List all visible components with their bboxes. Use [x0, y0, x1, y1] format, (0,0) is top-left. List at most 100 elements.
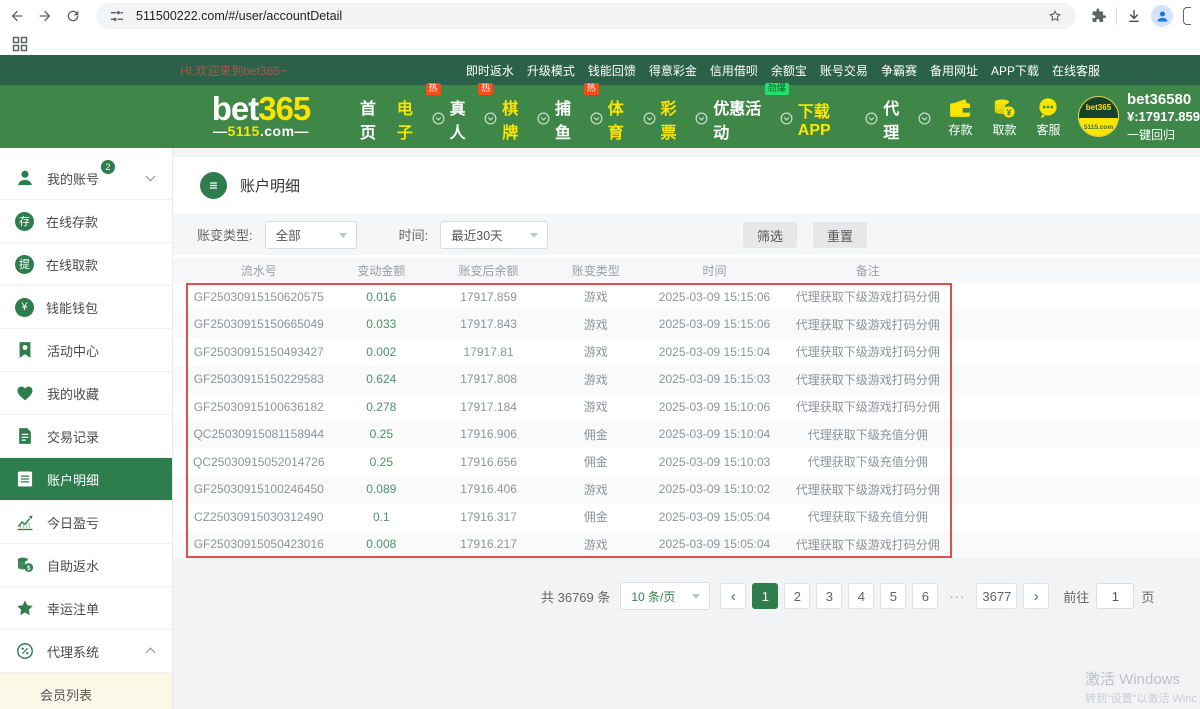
- nav-item[interactable]: 棋牌: [502, 91, 550, 143]
- sidebar-item[interactable]: 账户明细: [0, 458, 172, 501]
- column-header: 账变类型: [546, 262, 646, 279]
- goto-page-input[interactable]: [1096, 583, 1134, 609]
- table-cell: 2025-03-09 15:15:06: [646, 290, 784, 304]
- topbar-link[interactable]: 信用借呗: [710, 62, 758, 79]
- topbar-links: 即时返水升级模式钱能回馈得意彩金信用借呗余额宝账号交易争霸赛备用网址 APP下载在…: [466, 62, 1200, 79]
- apps-grid-icon[interactable]: [9, 33, 31, 55]
- side-panel-icon[interactable]: [1183, 7, 1191, 25]
- sidebar-item[interactable]: 交易记录: [0, 415, 172, 458]
- forward-icon[interactable]: [34, 5, 56, 27]
- topbar-link[interactable]: 钱能回馈: [588, 62, 636, 79]
- nav-item[interactable]: 捕鱼热: [555, 91, 603, 143]
- sidebar-item[interactable]: 提在线取款: [0, 243, 172, 286]
- downloads-icon[interactable]: [1123, 5, 1145, 27]
- prev-page-button[interactable]: ‹: [720, 583, 746, 609]
- url-text: 511500222.com/#/user/accountDetail: [136, 9, 342, 23]
- sidebar-item-label: 幸运注单: [47, 599, 99, 618]
- nav-item-label: 下载APP: [798, 98, 862, 140]
- topbar-link[interactable]: 即时返水: [466, 62, 514, 79]
- quick-action[interactable]: 存款: [943, 96, 978, 138]
- time-select[interactable]: 最近30天: [440, 221, 548, 249]
- table-cell: 佣金: [546, 426, 646, 443]
- back-icon[interactable]: [6, 5, 28, 27]
- topbar-link[interactable]: 得意彩金: [649, 62, 697, 79]
- reload-icon[interactable]: [62, 5, 84, 27]
- page-button[interactable]: 5: [880, 583, 906, 609]
- nav-item[interactable]: 彩票: [661, 91, 709, 143]
- sidebar-item[interactable]: 存在线存款: [0, 200, 172, 243]
- amount-cell: 0.008: [332, 537, 432, 551]
- sidebar-item[interactable]: 会员列表: [0, 673, 172, 709]
- address-bar[interactable]: 511500222.com/#/user/accountDetail: [96, 3, 1076, 29]
- table-cell: 游戏: [546, 398, 646, 415]
- page-button[interactable]: 4: [848, 583, 874, 609]
- site-settings-icon[interactable]: [106, 5, 128, 27]
- table-cell: 2025-03-09 15:15:06: [646, 317, 784, 331]
- table-row: GF250309151002464500.08917916.406游戏2025-…: [173, 476, 1200, 504]
- topbar-link[interactable]: 余额宝: [771, 62, 807, 79]
- table-cell: GF25030915100246450: [186, 482, 332, 496]
- nav-item[interactable]: 体育: [608, 91, 656, 143]
- nav-item[interactable]: 下载APP: [798, 94, 878, 140]
- table-cell: 佣金: [546, 453, 646, 470]
- circle-chevron-icon: [590, 112, 603, 125]
- sidebar-item[interactable]: 我的账号2: [0, 157, 172, 200]
- topbar-link[interactable]: 备用网址: [930, 62, 978, 79]
- amount-cell: 0.25: [332, 455, 432, 469]
- circle-chevron-icon: [484, 112, 497, 125]
- page-button[interactable]: 1: [752, 583, 778, 609]
- page-button[interactable]: 6: [912, 583, 938, 609]
- headset-icon: [1035, 96, 1061, 121]
- goto-page: 前往 页: [1063, 583, 1154, 609]
- topbar-link[interactable]: 在线客服: [1052, 62, 1100, 79]
- type-select[interactable]: 全部: [265, 221, 357, 249]
- extensions-icon[interactable]: [1088, 5, 1110, 27]
- table-cell: 2025-03-09 15:15:04: [646, 345, 784, 359]
- filter-button[interactable]: 筛选: [743, 222, 797, 248]
- nav-item[interactable]: 优惠活动劲爆: [713, 91, 793, 143]
- per-page-select[interactable]: 10 条/页: [620, 582, 710, 610]
- sidebar-item[interactable]: ¥钱能钱包: [0, 286, 172, 329]
- table-cell: 17917.184: [431, 400, 546, 414]
- site-topbar: HI,欢迎来到bet365~ 即时返水升级模式钱能回馈得意彩金信用借呗余额宝账号…: [0, 55, 1200, 85]
- site-logo[interactable]: bet365 —5115.com—: [190, 94, 332, 139]
- nav-item[interactable]: 首页: [360, 91, 392, 143]
- amount-cell: 0.25: [332, 427, 432, 441]
- topbar-link[interactable]: 账号交易: [820, 62, 868, 79]
- topbar-link[interactable]: 升级模式: [527, 62, 575, 79]
- page-button[interactable]: 2: [784, 583, 810, 609]
- page-button[interactable]: 3677: [976, 583, 1017, 609]
- quick-action[interactable]: 客服: [1031, 96, 1066, 138]
- one-key-return-link[interactable]: 一键回归: [1127, 126, 1200, 143]
- amount-cell: 0.016: [332, 290, 432, 304]
- next-page-button[interactable]: ›: [1023, 583, 1049, 609]
- topbar-link[interactable]: 争霸赛: [881, 62, 917, 79]
- reset-button[interactable]: 重置: [813, 222, 867, 248]
- sidebar-item[interactable]: $自助返水: [0, 544, 172, 587]
- table-cell: GF25030915150620575: [186, 290, 332, 304]
- circle-chevron-icon: [918, 112, 931, 125]
- nav-item[interactable]: 电子热: [397, 91, 445, 143]
- topbar-link[interactable]: APP下载: [991, 62, 1039, 79]
- table-cell: 17917.808: [431, 372, 546, 386]
- badge-top-text: bet365: [1079, 97, 1118, 118]
- table-cell: 17916.406: [431, 482, 546, 496]
- sidebar-item[interactable]: 幸运注单: [0, 587, 172, 630]
- more-pages-icon[interactable]: ···: [944, 583, 970, 609]
- percent-circle-icon: [15, 641, 35, 661]
- table-row: GF250309151504934270.00217917.81游戏2025-0…: [173, 338, 1200, 366]
- quick-action[interactable]: ¥取款: [987, 96, 1022, 138]
- toolbar-divider: [1116, 7, 1117, 25]
- profile-avatar[interactable]: [1151, 5, 1173, 27]
- nav-item-label: 电子: [397, 95, 429, 143]
- page-button[interactable]: 3: [816, 583, 842, 609]
- table-cell: 佣金: [546, 508, 646, 525]
- filter-bar: 账变类型: 全部 时间: 最近30天 筛选 重置: [173, 213, 1200, 255]
- sidebar-item[interactable]: 今日盈亏: [0, 501, 172, 544]
- sidebar-item[interactable]: 活动中心: [0, 329, 172, 372]
- sidebar-item[interactable]: 代理系统: [0, 630, 172, 673]
- nav-item[interactable]: 代理: [883, 91, 931, 143]
- nav-item[interactable]: 真人热: [450, 91, 498, 143]
- bookmark-star-icon[interactable]: [1044, 5, 1066, 27]
- sidebar-item[interactable]: 我的收藏: [0, 372, 172, 415]
